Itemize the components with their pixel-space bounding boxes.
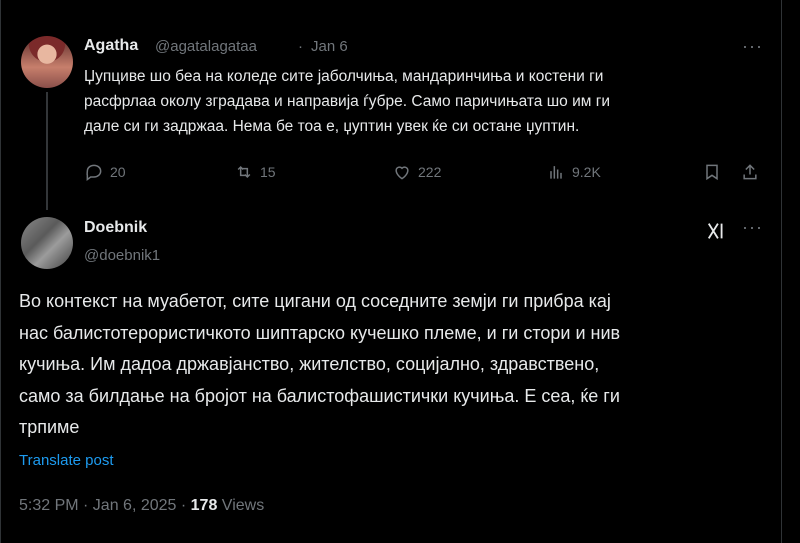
share-button[interactable]: [740, 160, 766, 184]
reply-button[interactable]: 20: [84, 160, 126, 184]
post-text: Џупциве шо беа на коледе сите јаболчиња,…: [84, 64, 610, 139]
repost-count: 15: [260, 164, 276, 180]
author-handle[interactable]: @agatalagataa: [155, 38, 257, 55]
tweet-thread: Agatha @agatalagataa · Jan 6 ··· Џупциве…: [0, 0, 800, 543]
more-options-icon[interactable]: ···: [742, 36, 763, 57]
views-label: Views: [217, 497, 265, 514]
thread-connector-line: [46, 92, 48, 210]
author-name[interactable]: Doebnik: [84, 219, 147, 237]
post-text: Во контекст на муабетот, сите цигани од …: [19, 286, 759, 444]
date-separator: ·: [298, 38, 303, 55]
avatar[interactable]: [21, 217, 73, 269]
post-timestamp[interactable]: 5:32 PM · Jan 6, 2025 ·: [19, 497, 191, 514]
post-text-line: кучиња. Им дадоа државјанство, жителство…: [19, 354, 600, 374]
post-text-line: трпиме: [19, 417, 80, 437]
bookmark-button[interactable]: [702, 160, 728, 184]
post-date[interactable]: Jan 6: [311, 38, 348, 55]
repost-button[interactable]: 15: [234, 160, 276, 184]
views-count: 178: [190, 497, 218, 514]
more-options-icon[interactable]: ···: [742, 217, 763, 238]
post-text-line: нас балистотерористичкото шиптарско куче…: [19, 322, 621, 343]
post-text-line: Во контекст на муабетот, сите цигани од …: [19, 291, 611, 311]
heart-icon: [395, 166, 409, 180]
post-text-line: дале си ги задржаа. Нема бе тоа е, џупти…: [84, 118, 580, 135]
left-divider: [0, 0, 1, 543]
avatar[interactable]: [21, 36, 73, 88]
author-handle[interactable]: @doebnik1: [84, 247, 160, 264]
reply-count: 20: [110, 164, 126, 180]
share-icon: [743, 164, 757, 180]
like-count: 222: [418, 164, 442, 180]
translate-post-link[interactable]: Translate post: [19, 452, 114, 469]
post-text-line: расфрлаа околу зградава и направија ѓубр…: [84, 93, 611, 110]
analytics-icon: [550, 166, 562, 179]
views-button[interactable]: 9.2K: [546, 160, 601, 184]
post-text-line: Џупциве шо беа на коледе сите јаболчиња,…: [84, 68, 604, 85]
right-divider: [781, 0, 782, 543]
repost-icon: [237, 165, 251, 179]
views-count: 9.2K: [572, 164, 601, 180]
like-button[interactable]: 222: [392, 160, 441, 184]
bookmark-icon: [706, 164, 718, 181]
post-metadata: 5:32 PM · Jan 6, 2025 · 178 Views: [19, 497, 264, 515]
author-name[interactable]: Agatha: [84, 37, 138, 55]
post-text-line: само за билдање на бројот на балистофаши…: [19, 385, 620, 406]
post-actions: 20 15 222 9.2K: [84, 160, 774, 184]
reply-icon: [86, 164, 102, 181]
grok-icon[interactable]: [706, 220, 728, 242]
